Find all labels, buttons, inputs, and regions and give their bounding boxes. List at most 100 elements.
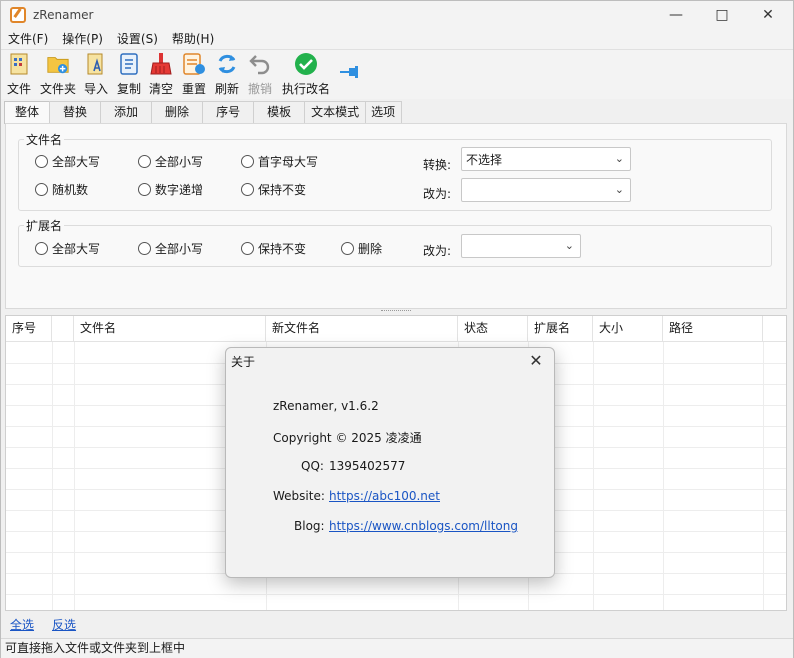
window-title: zRenamer <box>33 8 94 22</box>
close-icon[interactable]: ✕ <box>524 350 548 372</box>
add-file-button[interactable]: 文件 <box>7 52 31 97</box>
import-button[interactable]: 导入 <box>84 52 108 97</box>
radio-label: 随机数 <box>52 183 89 197</box>
col-header-path[interactable]: 路径 <box>663 316 763 342</box>
filename-lowercase-radio[interactable]: 全部小写 <box>138 153 203 170</box>
chevron-down-icon: ⌄ <box>614 183 624 196</box>
filename-random-radio[interactable]: 随机数 <box>35 181 88 198</box>
filename-capitalize-radio[interactable]: 首字母大写 <box>241 153 318 170</box>
radio-label: 全部小写 <box>155 155 204 169</box>
clear-label: 清空 <box>149 82 174 96</box>
maximize-button[interactable]: □ <box>699 1 745 29</box>
table-column-line <box>74 342 75 610</box>
title-bar: zRenamer — □ ✕ <box>1 1 793 29</box>
table-header: 序号 文件名 新文件名 状态 扩展名 大小 路径 <box>6 316 786 342</box>
about-dialog: 关于 ✕ zRenamer, v1.6.2 Copyright © 2025 凌… <box>225 347 555 578</box>
table-column-line <box>663 342 664 610</box>
convert-select[interactable]: 不选择 ⌄ <box>461 147 631 171</box>
radio-label: 全部大写 <box>52 155 101 169</box>
tab-overall[interactable]: 整体 <box>4 101 51 124</box>
menu-file[interactable]: 文件(F) <box>1 29 55 49</box>
col-header-filename[interactable]: 文件名 <box>74 316 266 342</box>
extension-group-title: 扩展名 <box>24 217 65 234</box>
ext-delete-radio[interactable]: 删除 <box>341 240 382 257</box>
close-window-button[interactable]: ✕ <box>745 1 791 29</box>
tab-sequence[interactable]: 序号 <box>202 101 255 123</box>
import-label: 导入 <box>84 82 109 96</box>
filename-increment-radio[interactable]: 数字递增 <box>138 181 203 198</box>
radio-circle <box>138 183 151 196</box>
tab-replace[interactable]: 替换 <box>49 101 102 123</box>
tab-strip: 整体 替换 添加 删除 序号 模板 文本模式 选项 <box>4 101 403 124</box>
website-link[interactable]: https://abc100.net <box>329 489 440 503</box>
copy-icon <box>117 52 141 76</box>
tab-options[interactable]: 选项 <box>365 101 403 123</box>
chevron-down-icon: ⌄ <box>614 152 624 165</box>
filename-group-title: 文件名 <box>24 131 65 148</box>
radio-circle <box>241 155 254 168</box>
panel-splitter[interactable] <box>381 310 411 313</box>
menu-bar: 文件(F) 操作(P) 设置(S) 帮助(H) <box>1 29 793 49</box>
filename-uppercase-radio[interactable]: 全部大写 <box>35 153 100 170</box>
ext-change-combo[interactable]: ⌄ <box>461 234 581 258</box>
execute-rename-button[interactable]: 执行改名 <box>282 52 330 97</box>
ext-lowercase-radio[interactable]: 全部小写 <box>138 240 203 257</box>
execute-rename-label: 执行改名 <box>282 82 331 96</box>
about-qq: 1395402577 <box>329 459 406 473</box>
refresh-label: 刷新 <box>215 82 240 96</box>
menu-help[interactable]: 帮助(H) <box>165 29 221 49</box>
radio-circle <box>241 183 254 196</box>
col-header-blank[interactable] <box>52 316 74 342</box>
pin-icon[interactable] <box>339 66 361 81</box>
ext-keep-radio[interactable]: 保持不变 <box>241 240 306 257</box>
about-blog-label: Blog: <box>294 519 325 533</box>
main-window: zRenamer — □ ✕ 文件(F) 操作(P) 设置(S) 帮助(H) 文… <box>0 0 794 658</box>
filename-group: 文件名 全部大写 全部小写 首字母大写 随机数 数字递增 保持不变 转换: 不选… <box>18 131 772 211</box>
filename-keep-radio[interactable]: 保持不变 <box>241 181 306 198</box>
col-header-extension[interactable]: 扩展名 <box>528 316 593 342</box>
table-row-line <box>6 594 786 595</box>
col-header-size[interactable]: 大小 <box>593 316 663 342</box>
menu-settings[interactable]: 设置(S) <box>110 29 165 49</box>
chevron-down-icon: ⌄ <box>564 239 574 252</box>
tab-template[interactable]: 模板 <box>253 101 306 123</box>
undo-label: 撤销 <box>248 82 273 96</box>
radio-circle <box>35 155 48 168</box>
status-bar: 可直接拖入文件或文件夹到上框中 <box>1 638 793 658</box>
clear-button[interactable]: 清空 <box>149 52 173 97</box>
radio-circle <box>138 242 151 255</box>
col-header-status[interactable]: 状态 <box>458 316 528 342</box>
about-version: zRenamer, v1.6.2 <box>273 399 379 413</box>
tab-text-mode[interactable]: 文本模式 <box>304 101 367 123</box>
overall-panel: 文件名 全部大写 全部小写 首字母大写 随机数 数字递增 保持不变 转换: 不选… <box>5 123 787 309</box>
invert-selection-link[interactable]: 反选 <box>52 616 76 633</box>
reset-icon <box>182 52 206 76</box>
col-header-index[interactable]: 序号 <box>6 316 52 342</box>
import-icon <box>84 52 108 76</box>
menu-operation[interactable]: 操作(P) <box>55 29 110 49</box>
radio-circle <box>241 242 254 255</box>
undo-button[interactable]: 撤销 <box>248 52 272 97</box>
radio-circle <box>35 242 48 255</box>
blog-link[interactable]: https://www.cnblogs.com/lltong <box>329 519 518 533</box>
filename-change-combo[interactable]: ⌄ <box>461 178 631 202</box>
radio-circle <box>138 155 151 168</box>
tab-add[interactable]: 添加 <box>100 101 153 123</box>
add-folder-button[interactable]: 文件夹 <box>40 52 76 97</box>
minimize-button[interactable]: — <box>653 1 699 29</box>
radio-label: 删除 <box>358 242 383 256</box>
reset-label: 重置 <box>182 82 207 96</box>
select-all-link[interactable]: 全选 <box>10 616 34 633</box>
broom-icon <box>149 52 173 76</box>
execute-check-icon <box>294 52 318 76</box>
radio-label: 全部小写 <box>155 242 204 256</box>
radio-label: 数字递增 <box>155 183 204 197</box>
tab-delete[interactable]: 删除 <box>151 101 204 123</box>
col-header-new-filename[interactable]: 新文件名 <box>266 316 458 342</box>
copy-button[interactable]: 复制 <box>117 52 141 97</box>
refresh-button[interactable]: 刷新 <box>215 52 239 97</box>
about-dialog-title: 关于 <box>231 355 256 369</box>
reset-button[interactable]: 重置 <box>182 52 206 97</box>
ext-uppercase-radio[interactable]: 全部大写 <box>35 240 100 257</box>
refresh-icon <box>215 52 239 76</box>
